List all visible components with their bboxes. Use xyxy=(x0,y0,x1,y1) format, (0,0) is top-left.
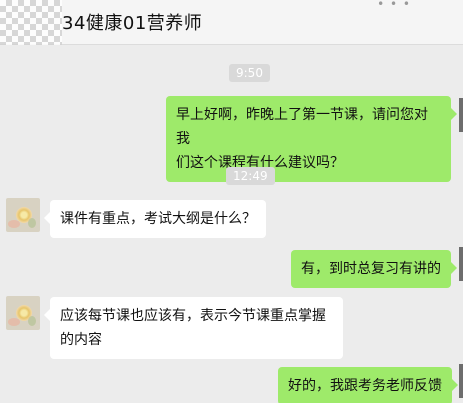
outgoing-message-bubble[interactable]: 有，到时总复习有讲的 xyxy=(291,250,457,288)
message-line: 的内容 xyxy=(60,332,102,348)
contact-avatar[interactable] xyxy=(6,296,40,330)
chat-header: 34健康01营养师 • • • xyxy=(0,0,463,45)
more-icon[interactable]: • • • xyxy=(377,0,411,11)
contact-avatar-placeholder xyxy=(0,0,62,45)
incoming-message-bubble[interactable]: 课件有重点，考试大纲是什么？ xyxy=(44,200,266,238)
outgoing-message-bubble[interactable]: 早上好啊，昨晚上了第一节课，请问您对我 们这个课程有什么建议吗？ xyxy=(166,96,457,182)
message-line: 课件有重点，考试大纲是什么？ xyxy=(60,211,256,227)
self-avatar[interactable] xyxy=(459,247,463,281)
incoming-message-bubble[interactable]: 应该每节课也应该有，表示今节课重点掌握 的内容 xyxy=(44,297,343,359)
message-line: 早上好啊，昨晚上了第一节课，请问您对我 xyxy=(176,107,428,147)
outgoing-message-bubble[interactable]: 好的，我跟考务老师反馈 xyxy=(278,367,458,403)
message-line: 应该每节课也应该有，表示今节课重点掌握 xyxy=(60,308,326,324)
avatar-detail xyxy=(28,316,36,326)
message-line: 有，到时总复习有讲的 xyxy=(301,261,441,277)
time-stamp: 12:49 xyxy=(226,167,275,185)
self-avatar[interactable] xyxy=(459,98,463,132)
time-stamp: 9:50 xyxy=(229,64,270,82)
self-avatar[interactable] xyxy=(459,364,463,398)
avatar-detail xyxy=(28,218,36,228)
avatar-detail xyxy=(8,220,20,228)
avatar-detail xyxy=(8,318,20,326)
message-line: 们这个课程有什么建议吗？ xyxy=(176,155,344,171)
contact-avatar[interactable] xyxy=(6,198,40,232)
message-line: 好的，我跟考务老师反馈 xyxy=(288,378,442,394)
chat-title: 34健康01营养师 xyxy=(62,13,203,34)
